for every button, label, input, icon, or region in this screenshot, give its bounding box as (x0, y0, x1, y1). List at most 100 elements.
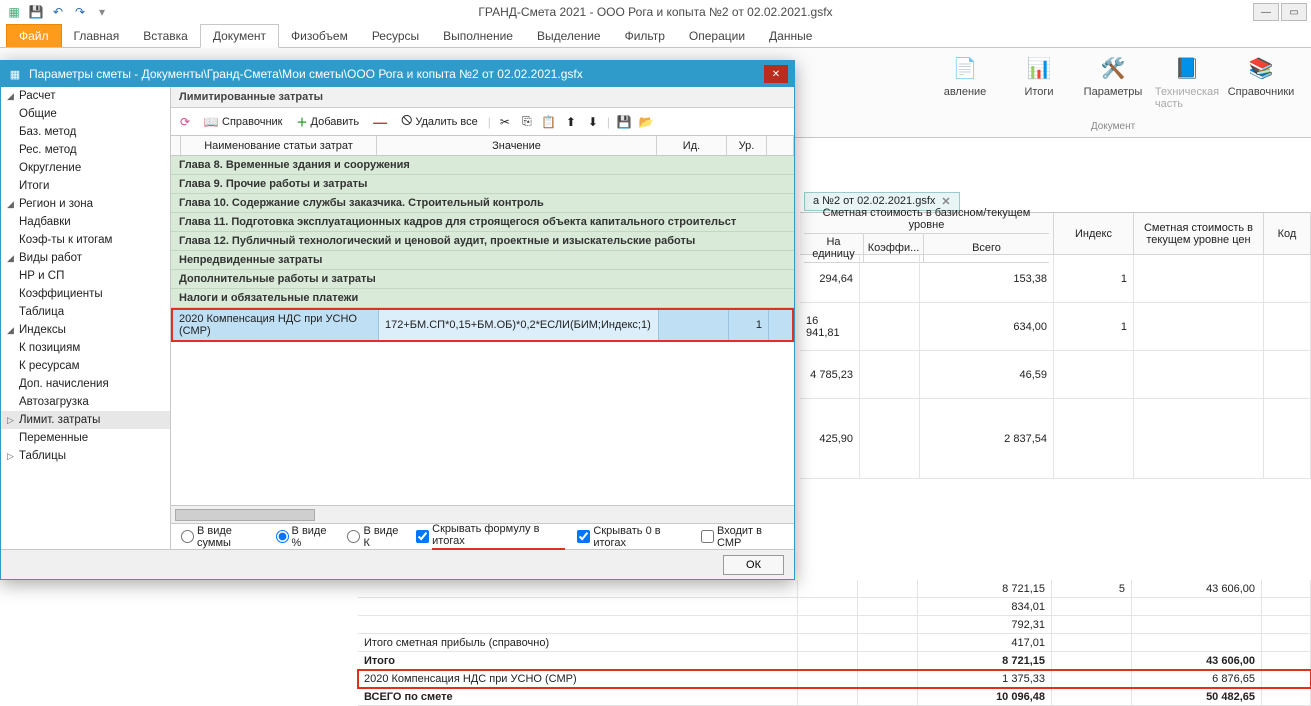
book-icon: 📖 (203, 114, 219, 130)
list-group-row[interactable]: Дополнительные работы и затраты (171, 270, 794, 289)
ribbon-itogi-button[interactable]: 📊Итоги (1009, 52, 1069, 110)
tab-document[interactable]: Документ (200, 24, 279, 48)
col-level[interactable]: Ур. (727, 136, 767, 155)
list-group-row[interactable]: Глава 10. Содержание службы заказчика. С… (171, 194, 794, 213)
copy-icon[interactable]: ⎘ (519, 114, 535, 130)
col-kod[interactable]: Код (1264, 213, 1311, 255)
opt-sum[interactable]: В виде суммы (181, 525, 264, 549)
dialog-title-bar[interactable]: ▦ Параметры сметы - Документы\Гранд-Смет… (1, 61, 794, 87)
list-group-row[interactable]: Глава 11. Подготовка эксплуатационных ка… (171, 213, 794, 232)
grid-row[interactable]: 294,64153,381 (800, 255, 1311, 303)
summary-row-grand-total[interactable]: ВСЕГО по смете10 096,4850 482,65 (358, 688, 1311, 706)
col-index[interactable]: Индекс (1054, 213, 1134, 255)
ribbon-params-button[interactable]: 🛠️Параметры (1083, 52, 1143, 110)
tree-itogi[interactable]: Итоги (1, 177, 170, 195)
col-value[interactable]: Значение (377, 136, 657, 155)
tree-kpoz[interactable]: К позициям (1, 339, 170, 357)
tab-phys[interactable]: Физобъем (279, 25, 360, 47)
tab-resources[interactable]: Ресурсы (360, 25, 431, 47)
summary-row-total[interactable]: Итого8 721,1543 606,00 (358, 652, 1311, 670)
list-group-row[interactable]: Глава 12. Публичный технологический и це… (171, 232, 794, 251)
col-name[interactable]: Наименование статьи затрат (181, 136, 377, 155)
tree-auto[interactable]: Автозагрузка (1, 393, 170, 411)
tree-koef[interactable]: Коэффициенты (1, 285, 170, 303)
qat-dropdown-icon[interactable]: ▾ (94, 4, 110, 20)
ribbon-sprav-button[interactable]: 📚Справочники (1231, 52, 1291, 110)
tree-indexes[interactable]: ◢Индексы (1, 321, 170, 339)
opt-hide-zero[interactable]: Скрывать 0 в итогах (577, 525, 689, 549)
grid-row[interactable]: 16 941,81634,001 (800, 303, 1311, 351)
dialog-close-button[interactable]: ✕ (764, 65, 788, 83)
sel-level[interactable]: 1 (729, 310, 769, 340)
tab-insert[interactable]: Вставка (131, 25, 200, 47)
refresh-icon[interactable]: ⟳ (177, 114, 193, 130)
list-group-row[interactable]: Налоги и обязательные платежи (171, 289, 794, 308)
list-group-row[interactable]: Глава 9. Прочие работы и затраты (171, 175, 794, 194)
sel-id[interactable] (659, 310, 729, 340)
tree-res[interactable]: Рес. метод (1, 141, 170, 159)
tab-operations[interactable]: Операции (677, 25, 757, 47)
tree-region[interactable]: ◢Регион и зона (1, 195, 170, 213)
summary-row[interactable]: 834,01 (358, 598, 1311, 616)
tree-tabls[interactable]: ▷Таблицы (1, 447, 170, 465)
tab-filter[interactable]: Фильтр (613, 25, 677, 47)
tree-round[interactable]: Округление (1, 159, 170, 177)
tree-calc[interactable]: ◢Расчет (1, 87, 170, 105)
minus-icon[interactable]: — (373, 114, 387, 130)
summary-row[interactable]: Итого сметная прибыль (справочно)417,01 (358, 634, 1311, 652)
move-up-icon[interactable]: ⬆ (563, 114, 579, 130)
tree-koef-it[interactable]: Коэф-ты к итогам (1, 231, 170, 249)
tree-baz[interactable]: Баз. метод (1, 123, 170, 141)
opt-pct[interactable]: В виде % (276, 525, 336, 549)
tree-nrsp[interactable]: НР и СП (1, 267, 170, 285)
list-group-row[interactable]: Глава 8. Временные здания и сооружения (171, 156, 794, 175)
grid-row[interactable]: 425,902 837,54 (800, 399, 1311, 479)
tree-dopn[interactable]: Доп. начисления (1, 375, 170, 393)
maximize-button[interactable]: ▭ (1281, 3, 1307, 21)
tree-kres[interactable]: К ресурсам (1, 357, 170, 375)
tree-nadbavki[interactable]: Надбавки (1, 213, 170, 231)
redo-icon[interactable]: ↷ (72, 4, 88, 20)
minimize-button[interactable]: — (1253, 3, 1279, 21)
tree-perem[interactable]: Переменные (1, 429, 170, 447)
paste-icon[interactable]: 📋 (541, 114, 557, 130)
tree-tabl[interactable]: Таблица (1, 303, 170, 321)
tree-limit[interactable]: ▷Лимит. затраты (1, 411, 170, 429)
opt-hide-formula[interactable]: Скрывать формулу в итогах (416, 523, 565, 550)
save-icon[interactable]: 💾 (616, 114, 632, 130)
summary-row-highlighted[interactable]: 2020 Компенсация НДС при УСНО (СМР)1 375… (358, 670, 1311, 688)
toolbar-delete-all[interactable]: 🛇Удалить все (397, 110, 482, 133)
delete-icon: 🛇 (401, 112, 412, 131)
col-current[interactable]: Сметная стоимость в текущем уровне цен (1134, 213, 1264, 255)
scrollbar-thumb[interactable] (175, 509, 315, 521)
tab-execution[interactable]: Выполнение (431, 25, 525, 47)
list-group-row[interactable]: Непредвиденные затраты (171, 251, 794, 270)
toolbar-sprav[interactable]: 📖Справочник (199, 112, 287, 132)
save-icon[interactable]: 💾 (28, 4, 44, 20)
summary-row[interactable]: 792,31 (358, 616, 1311, 634)
undo-icon[interactable]: ↶ (50, 4, 66, 20)
open-icon[interactable]: 📂 (638, 114, 654, 130)
opt-smr[interactable]: Входит в СМР (701, 525, 784, 549)
tab-selection[interactable]: Выделение (525, 25, 613, 47)
horizontal-scrollbar[interactable] (171, 505, 794, 523)
ok-button[interactable]: ОК (723, 555, 784, 575)
tab-main[interactable]: Главная (62, 25, 132, 47)
books-icon: 📚 (1245, 52, 1277, 84)
tab-data[interactable]: Данные (757, 25, 824, 47)
tree-common[interactable]: Общие (1, 105, 170, 123)
cut-icon[interactable]: ✂ (497, 114, 513, 130)
move-down-icon[interactable]: ⬇ (585, 114, 601, 130)
sel-value[interactable]: 172+БМ.СП*0,15+БМ.ОБ)*0,2*ЕСЛИ(БИМ;Индек… (379, 310, 659, 340)
ribbon-oglav-button[interactable]: 📄авление (935, 52, 995, 110)
list-selected-row[interactable]: 2020 Компенсация НДС при УСНО (СМР) 172+… (171, 308, 794, 342)
grid-row[interactable]: 4 785,2346,59 (800, 351, 1311, 399)
tree-vidy[interactable]: ◢Виды работ (1, 249, 170, 267)
sel-name[interactable]: 2020 Компенсация НДС при УСНО (СМР) (173, 310, 379, 340)
opt-k[interactable]: В виде К (347, 525, 404, 549)
tab-file[interactable]: Файл (6, 24, 62, 47)
toolbar-add[interactable]: ＋Добавить (293, 112, 364, 132)
summary-row[interactable]: 8 721,15543 606,00 (358, 580, 1311, 598)
col-id[interactable]: Ид. (657, 136, 727, 155)
app-icon: ▦ (6, 4, 22, 20)
